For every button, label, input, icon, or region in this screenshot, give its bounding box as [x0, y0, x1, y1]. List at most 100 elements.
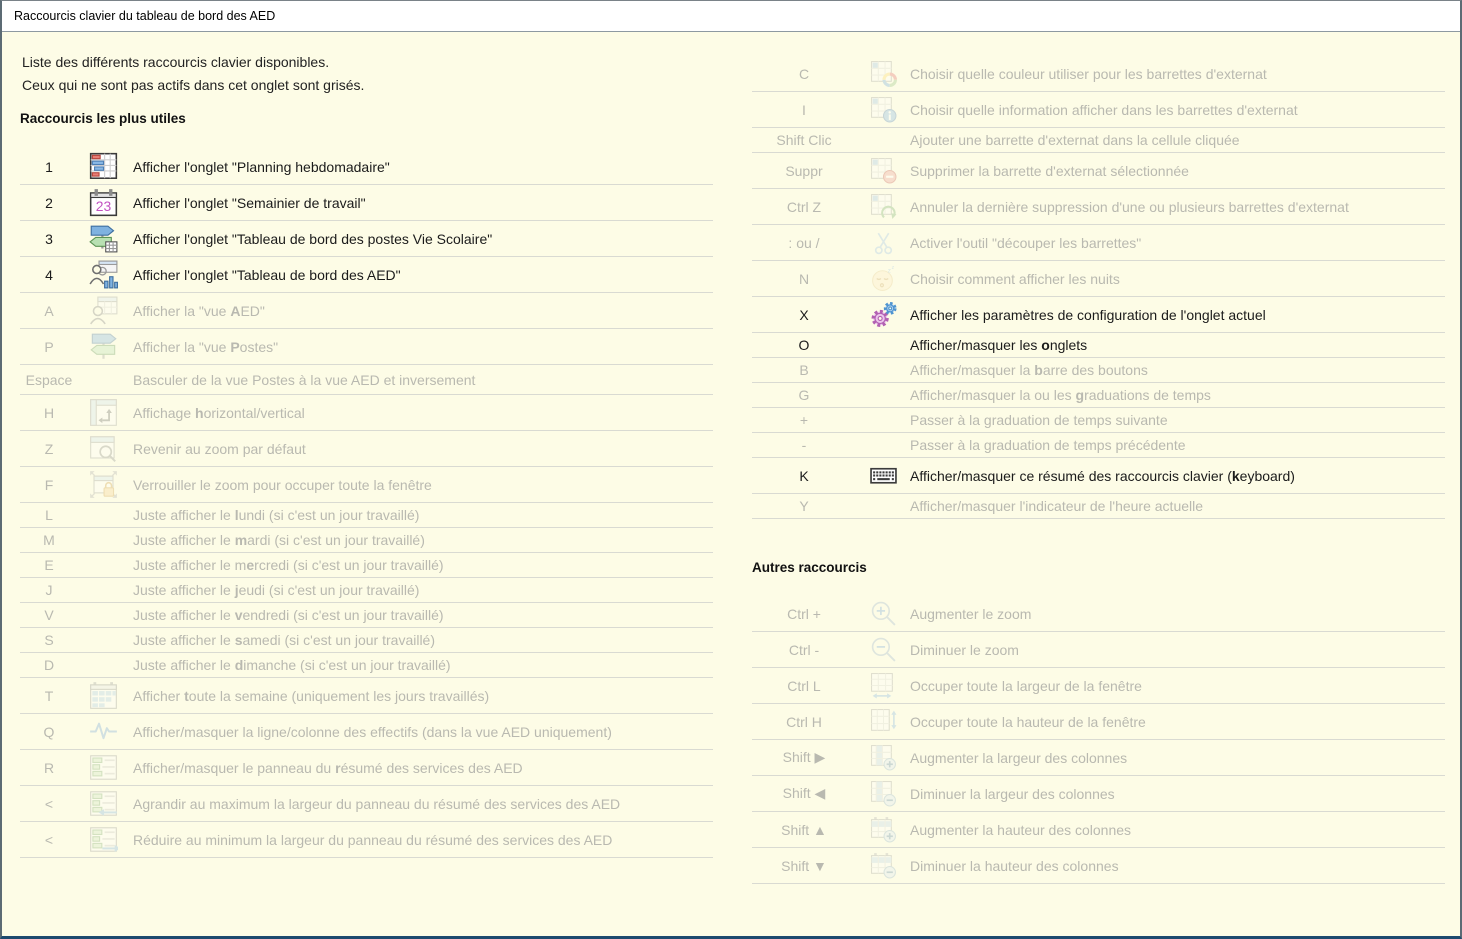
zoom-in-icon [856, 600, 910, 627]
shortcut-label: Afficher/masquer le panneau du résumé de… [128, 760, 713, 776]
window-title: Raccourcis clavier du tableau de bord de… [2, 1, 1460, 32]
shortcut-key: K [752, 468, 856, 484]
other-shortcuts-list: Ctrl +Augmenter le zoomCtrl -Diminuer le… [752, 596, 1445, 884]
shortcut-row: H Affichage horizontal/vertical [20, 395, 713, 431]
shortcut-key: Ctrl - [752, 642, 856, 658]
shortcut-row: PAfficher la "vue Postes" [20, 329, 713, 365]
signpost-icon [78, 332, 128, 361]
shortcut-row: Ctrl LOccuper toute la largeur de la fen… [752, 668, 1445, 704]
orientation-icon [78, 398, 128, 427]
shortcut-label: Basculer de la vue Postes à la vue AED e… [128, 372, 713, 388]
week-calendar-icon [78, 681, 128, 710]
shortcut-label: Passer à la graduation de temps suivante [910, 412, 1445, 428]
shortcut-row: MJuste afficher le mardi (si c'est un jo… [20, 528, 713, 553]
svg-text:z: z [891, 265, 894, 271]
shortcut-label: Affichage horizontal/vertical [128, 405, 713, 421]
shortcut-label: Augmenter la largeur des colonnes [910, 750, 1445, 766]
intro-line-2: Ceux qui ne sont pas actifs dans cet ong… [22, 74, 364, 97]
shortcut-key: Shift ◀ [752, 785, 856, 802]
panel-minimize-icon [78, 825, 128, 854]
shortcut-key: R [20, 760, 78, 776]
shortcut-row: ZRevenir au zoom par défaut [20, 431, 713, 467]
shortcut-key: B [752, 362, 856, 378]
shortcut-key: I [752, 102, 856, 118]
gears-icon [856, 300, 910, 329]
shortcut-key: : ou / [752, 235, 856, 251]
shortcut-row: C Choisir quelle couleur utiliser pour le… [752, 56, 1445, 92]
column-wider-icon [856, 744, 910, 771]
shortcut-label: Afficher les paramètres de configuration… [910, 307, 1445, 323]
row-shorter-icon [856, 852, 910, 879]
shortcut-row: LJuste afficher le lundi (si c'est un jo… [20, 503, 713, 528]
lock-window-icon [78, 470, 128, 499]
shortcut-key: Ctrl Z [752, 199, 856, 215]
shortcut-label: Choisir comment afficher les nuits [910, 271, 1445, 287]
shortcut-label: Afficher l'onglet "Planning hebdomadaire… [128, 159, 713, 175]
shortcut-label: Supprimer la barrette d'externat sélecti… [910, 163, 1445, 179]
svg-text:23: 23 [95, 198, 111, 214]
grid-info-icon [856, 96, 910, 123]
zoom-out-icon [856, 636, 910, 663]
other-shortcuts-heading: Autres raccourcis [752, 560, 867, 575]
shortcut-key: V [20, 607, 78, 623]
shortcut-key: H [20, 405, 78, 421]
shortcut-key: N [752, 271, 856, 287]
shortcut-row: -Passer à la graduation de temps précéde… [752, 433, 1445, 458]
shortcut-row: 4Afficher l'onglet "Tableau de bord des … [20, 257, 713, 293]
shortcut-label: Choisir quelle information afficher dans… [910, 102, 1445, 118]
people-chart-icon [78, 260, 128, 289]
shortcuts-help-window: Raccourcis clavier du tableau de bord de… [0, 0, 1462, 939]
shortcut-label: Afficher/masquer la ligne/colonne des ef… [128, 724, 713, 740]
intro-line-1: Liste des différents raccourcis clavier … [22, 51, 364, 74]
shortcut-key: X [752, 307, 856, 323]
shortcut-row: YAfficher/masquer l'indicateur de l'heur… [752, 494, 1445, 519]
shortcut-row: OAfficher/masquer les onglets [752, 333, 1445, 358]
shortcut-key: Shift ▲ [752, 822, 856, 838]
shortcut-key: F [20, 477, 78, 493]
shortcut-label: Juste afficher le samedi (si c'est un jo… [128, 632, 713, 648]
shortcut-label: Passer à la graduation de temps précéden… [910, 437, 1445, 453]
row-taller-icon [856, 816, 910, 843]
shortcut-label: Afficher la "vue AED" [128, 303, 713, 319]
shortcut-label: Verrouiller le zoom pour occuper toute l… [128, 477, 713, 493]
signpost-grid-icon [78, 224, 128, 253]
shortcut-key: + [752, 412, 856, 428]
shortcut-label: Choisir quelle couleur utiliser pour les… [910, 66, 1445, 82]
shortcut-row: Shift ClicAjouter une barrette d'externa… [752, 128, 1445, 153]
shortcut-label: Diminuer la largeur des colonnes [910, 786, 1445, 802]
scissors-icon [856, 229, 910, 256]
shortcut-row: AAfficher la "vue AED" [20, 293, 713, 329]
shortcut-key: G [752, 387, 856, 403]
shortcut-label: Afficher/masquer la ou les graduations d… [910, 387, 1445, 403]
shortcut-key: 3 [20, 231, 78, 247]
shortcut-label: Juste afficher le dimanche (si c'est un … [128, 657, 713, 673]
main-shortcuts-list-left: 1 Afficher l'onglet "Planning hebdomadair… [20, 149, 713, 858]
shortcut-key: Espace [20, 372, 78, 388]
shortcut-row: : ou / Activer l'outil "découper les barr… [752, 225, 1445, 261]
shortcut-label: Occuper toute la largeur de la fenêtre [910, 678, 1445, 694]
shortcut-label: Augmenter le zoom [910, 606, 1445, 622]
shortcut-key: 1 [20, 159, 78, 175]
shortcut-label: Activer l'outil "découper les barrettes" [910, 235, 1445, 251]
shortcut-label: Afficher/masquer ce résumé des raccourci… [910, 468, 1445, 484]
shortcut-row: Ctrl +Augmenter le zoom [752, 596, 1445, 632]
shortcut-key: 2 [20, 195, 78, 211]
shortcut-row: VJuste afficher le vendredi (si c'est un… [20, 603, 713, 628]
shortcut-label: Occuper toute la hauteur de la fenêtre [910, 714, 1445, 730]
panel-maximize-icon [78, 789, 128, 818]
shortcut-row: <Agrandir au maximum la largeur du panne… [20, 786, 713, 822]
shortcut-row: BAfficher/masquer la barre des boutons [752, 358, 1445, 383]
shortcut-label: Diminuer la hauteur des colonnes [910, 858, 1445, 874]
shortcut-label: Juste afficher le jeudi (si c'est un jou… [128, 582, 713, 598]
shortcut-label: Afficher/masquer l'indicateur de l'heure… [910, 498, 1445, 514]
shortcut-row: I Choisir quelle information afficher dan… [752, 92, 1445, 128]
shortcut-row: Shift ◀ Diminuer la largeur des colonnes [752, 776, 1445, 812]
shortcut-key: L [20, 507, 78, 523]
shortcut-key: C [752, 66, 856, 82]
shortcut-row: 223Afficher l'onglet "Semainier de trava… [20, 185, 713, 221]
shortcut-row: + Passer à la graduation de temps suivant… [752, 408, 1445, 433]
shortcut-key: S [20, 632, 78, 648]
shortcut-row: G Afficher/masquer la ou les graduations … [752, 383, 1445, 408]
planning-icon [78, 152, 128, 181]
shortcut-row: Shift ▲Augmenter la hauteur des colonnes [752, 812, 1445, 848]
